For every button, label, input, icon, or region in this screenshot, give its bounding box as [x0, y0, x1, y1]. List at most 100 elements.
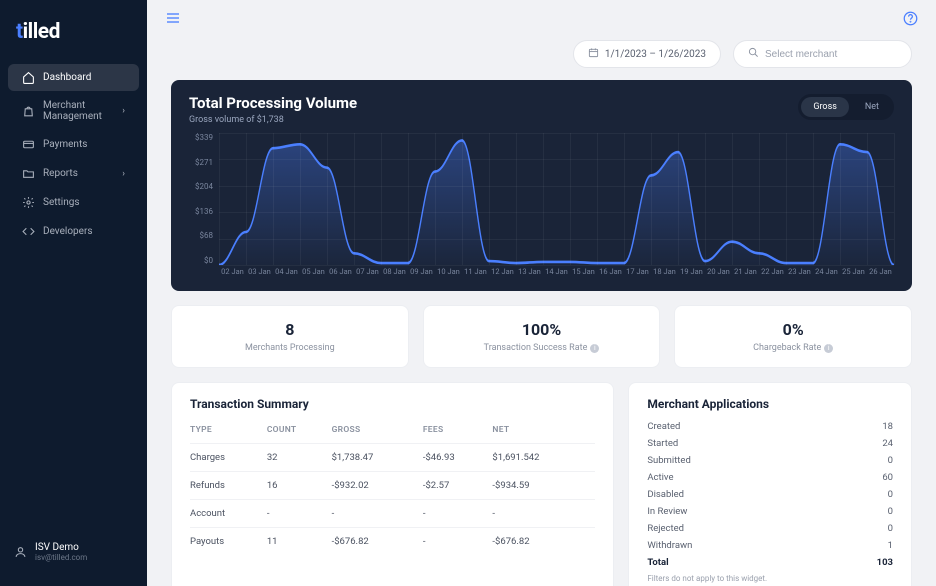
stats-row: 8 Merchants Processing 100%Transaction Suc…: [171, 305, 912, 368]
sidebar-user[interactable]: ISV Demo isv@tilled.com: [0, 530, 147, 574]
tx-body: Charges32$1,738.47-$46.93$1,691.542Refun…: [190, 444, 595, 556]
app-value: 103: [877, 557, 893, 568]
stat-card-1: 100%Transaction Success Ratei: [423, 305, 661, 368]
chart-toggle: Gross Net: [798, 94, 894, 120]
stat-value: 100%: [424, 320, 660, 339]
app-value: 24: [882, 438, 893, 449]
chevron-right-icon: ›: [122, 106, 125, 116]
toggle-gross[interactable]: Gross: [801, 97, 849, 117]
app-value: 0: [888, 506, 893, 517]
chart-gridlines: [219, 133, 894, 265]
y-tick: $136: [189, 207, 217, 216]
x-tick: 19 Jan: [678, 267, 705, 283]
stat-label: Merchants Processing: [172, 343, 408, 353]
tx-cell: -: [492, 500, 595, 528]
x-tick: 26 Jan: [867, 267, 894, 283]
merchant-applications-panel: Merchant Applications Created18 Started 24…: [628, 382, 912, 586]
user-email: isv@tilled.com: [35, 553, 87, 562]
tx-col: NET: [492, 421, 595, 444]
y-tick: $204: [189, 182, 217, 191]
info-icon[interactable]: i: [590, 344, 599, 353]
date-range-picker[interactable]: 1/1/2023 – 1/26/2023: [573, 40, 721, 68]
user-icon: [14, 546, 27, 559]
app-value: 60: [882, 472, 893, 483]
sidebar: tilled DashboardMerchant Management›Paym…: [0, 0, 147, 586]
sidebar-item-label: Reports: [43, 168, 78, 179]
x-tick: 16 Jan: [597, 267, 624, 283]
date-range-value: 1/1/2023 – 1/26/2023: [605, 49, 706, 60]
home-icon: [22, 71, 35, 84]
tx-cell: 32: [267, 444, 332, 472]
bag-icon: [22, 105, 35, 118]
tx-cell: Charges: [190, 444, 267, 472]
table-row: Refunds16-$932.02-$2.57-$934.59: [190, 472, 595, 500]
y-tick: $271: [189, 158, 217, 167]
tx-cell: 16: [267, 472, 332, 500]
x-tick: 25 Jan: [840, 267, 867, 283]
tx-cell: -$2.57: [423, 472, 493, 500]
code-icon: [22, 225, 35, 238]
app-row-total: Total103: [647, 557, 893, 568]
sidebar-nav: DashboardMerchant Management›PaymentsRep…: [0, 62, 147, 530]
app-value: 18: [882, 421, 893, 432]
app-value: 0: [888, 455, 893, 466]
search-icon: [748, 47, 759, 61]
toggle-net[interactable]: Net: [853, 97, 891, 117]
tx-cell: -: [267, 500, 332, 528]
help-icon[interactable]: [903, 11, 918, 30]
merchant-select[interactable]: [733, 40, 912, 68]
chart-card: Total Processing Volume Gross volume of …: [171, 80, 912, 291]
chevron-right-icon: ›: [122, 169, 125, 179]
app-row: Active 60: [647, 472, 893, 483]
x-tick: 13 Jan: [516, 267, 543, 283]
x-tick: 02 Jan: [219, 267, 246, 283]
table-row: Charges32$1,738.47-$46.93$1,691.542: [190, 444, 595, 472]
tx-cell: -$676.82: [492, 528, 595, 556]
chart-title: Total Processing Volume: [189, 94, 357, 112]
sidebar-item-dashboard[interactable]: Dashboard: [8, 64, 139, 91]
app-label: Active: [647, 472, 673, 483]
app-value: 0: [888, 489, 893, 500]
main: 1/1/2023 – 1/26/2023 Total Processing Vo…: [147, 0, 936, 586]
sidebar-item-label: Settings: [43, 197, 80, 208]
app-row: Created18: [647, 421, 893, 432]
x-tick: 24 Jan: [813, 267, 840, 283]
app-label: Rejected: [647, 523, 684, 534]
tx-col: COUNT: [267, 421, 332, 444]
sidebar-item-payments[interactable]: Payments: [8, 131, 139, 158]
app-label: Withdrawn: [647, 540, 692, 551]
app-label: Started: [647, 438, 678, 449]
x-tick: 17 Jan: [624, 267, 651, 283]
app-value: 0: [888, 523, 893, 534]
sidebar-item-reports[interactable]: Reports ›: [8, 160, 139, 187]
tx-col: GROSS: [332, 421, 423, 444]
stat-value: 0%: [675, 320, 911, 339]
transaction-summary-panel: Transaction Summary TYPECOUNTGROSSFEESNE…: [171, 382, 614, 586]
x-tick: 21 Jan: [732, 267, 759, 283]
tx-col: TYPE: [190, 421, 267, 444]
app-label: Submitted: [647, 455, 690, 466]
sidebar-item-settings[interactable]: Settings: [8, 189, 139, 216]
x-tick: 14 Jan: [543, 267, 570, 283]
x-tick: 18 Jan: [651, 267, 678, 283]
tx-cell: -: [332, 500, 423, 528]
stat-value: 8: [172, 320, 408, 339]
hamburger-icon[interactable]: [165, 10, 181, 30]
app-value: 1: [888, 540, 893, 551]
x-tick: 09 Jan: [408, 267, 435, 283]
sidebar-item-merchant-management[interactable]: Merchant Management›: [8, 93, 139, 129]
app-row: In Review0: [647, 506, 893, 517]
x-tick: 07 Jan: [354, 267, 381, 283]
sidebar-item-developers[interactable]: Developers: [8, 218, 139, 245]
x-tick: 12 Jan: [489, 267, 516, 283]
app-title: Merchant Applications: [647, 397, 893, 411]
chart-plot: [219, 133, 894, 265]
table-row: Account----: [190, 500, 595, 528]
tx-cell: -: [423, 528, 493, 556]
info-icon[interactable]: i: [824, 344, 833, 353]
folder-icon: [22, 167, 35, 180]
tx-table: TYPECOUNTGROSSFEESNET Charges32$1,738.47…: [190, 421, 595, 555]
stat-label: Chargeback Ratei: [675, 343, 911, 353]
merchant-input[interactable]: [765, 49, 897, 60]
brand-logo: tilled: [0, 12, 147, 62]
